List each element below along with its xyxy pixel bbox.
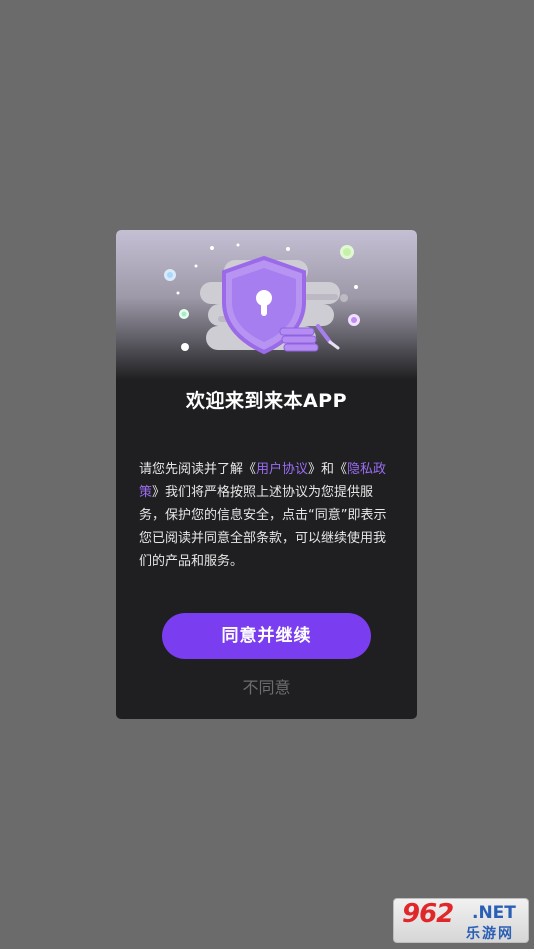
watermark-domain: .NET xyxy=(472,903,516,923)
dialog-hero xyxy=(116,230,417,380)
dialog-title: 欢迎来到来本APP xyxy=(185,390,348,412)
site-watermark-logo: 962 .NET 乐游网 xyxy=(393,898,529,943)
agreement-text-part: 》和《 xyxy=(308,462,348,477)
agreement-text-part: 请您先阅读并了解《 xyxy=(139,462,257,477)
privacy-dialog: 欢迎来到来本APP 请您先阅读并了解《用户协议》和《隐私政策》我们将严格按照上述… xyxy=(116,230,417,719)
user-agreement-link[interactable]: 用户协议 xyxy=(256,462,308,477)
coin-stack xyxy=(279,327,319,352)
watermark-number: 962 xyxy=(402,899,454,929)
agreement-text-part: 》我们将严格按照上述协议为您提供服务，保护您的信息安全，点击“同意”即表示您已阅… xyxy=(139,485,387,569)
agreement-text: 请您先阅读并了解《用户协议》和《隐私政策》我们将严格按照上述协议为您提供服务，保… xyxy=(139,458,395,573)
shield-lock-illustration xyxy=(164,243,360,355)
watermark-site-name: 乐游网 xyxy=(466,926,514,942)
disagree-button[interactable]: 不同意 xyxy=(216,676,317,700)
screen: 欢迎来到来本APP 请您先阅读并了解《用户协议》和《隐私政策》我们将严格按照上述… xyxy=(0,0,534,949)
agree-continue-button[interactable]: 同意并继续 xyxy=(162,613,371,659)
